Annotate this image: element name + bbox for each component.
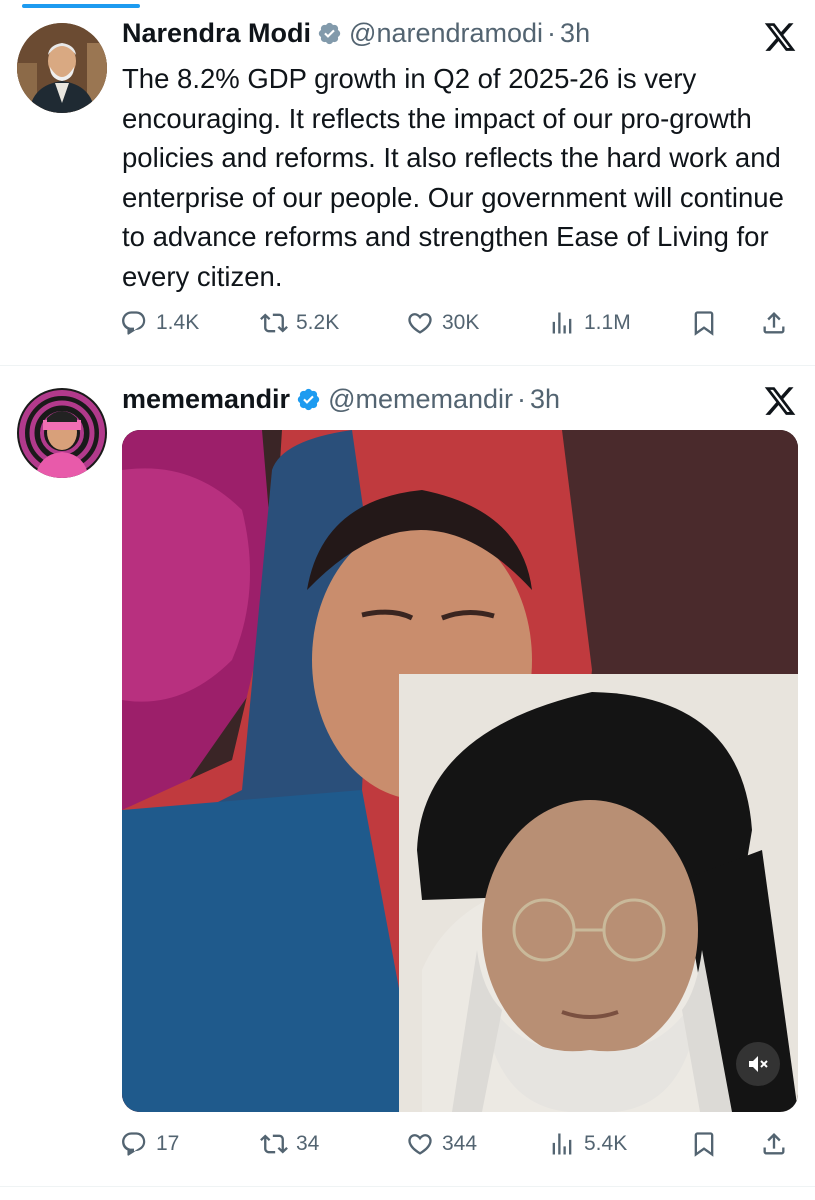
timestamp[interactable]: 3h <box>560 18 590 49</box>
like-count: 344 <box>442 1132 478 1155</box>
avatar[interactable] <box>17 23 107 113</box>
share-button[interactable] <box>760 1130 788 1158</box>
like-icon <box>408 1134 432 1155</box>
author-handle[interactable]: @narendramodi <box>349 18 543 49</box>
views-icon <box>552 1133 572 1155</box>
divider <box>0 1186 815 1187</box>
avatar-image <box>17 388 107 478</box>
timestamp[interactable]: 3h <box>530 384 560 415</box>
reply-icon <box>122 311 146 335</box>
tweet-actions: 17 34 344 5.4K <box>120 1126 793 1162</box>
reply-count: 1.4K <box>156 311 200 334</box>
tweet-card[interactable]: Narendra Modi @narendramodi · 3h The 8.2… <box>0 0 815 366</box>
separator-dot: · <box>547 18 557 48</box>
reply-button[interactable]: 17 <box>120 1130 179 1158</box>
x-logo-icon <box>764 23 796 51</box>
tweet-header: mememandir @mememandir · 3h <box>122 384 815 415</box>
bookmark-button[interactable] <box>690 1130 718 1158</box>
like-button[interactable]: 30K <box>406 309 479 337</box>
verified-icon <box>318 22 341 45</box>
share-icon <box>763 1133 785 1155</box>
repost-icon <box>260 313 288 333</box>
share-button[interactable] <box>760 309 788 337</box>
tweet-card[interactable]: mememandir @mememandir · 3h 17 34 344 5.… <box>0 366 815 1200</box>
separator-dot: · <box>517 384 527 414</box>
tweet-text: The 8.2% GDP growth in Q2 of 2025-26 is … <box>122 63 784 292</box>
tweet-actions: 1.4K 5.2K 30K 1.1M <box>120 305 793 341</box>
tweet-header: Narendra Modi @narendramodi · 3h <box>122 18 815 49</box>
author-name[interactable]: mememandir <box>122 384 290 415</box>
mute-icon <box>749 1056 768 1072</box>
reply-icon <box>122 1132 146 1156</box>
mute-button[interactable] <box>736 1042 780 1086</box>
bookmark-icon <box>694 1132 714 1157</box>
views-button[interactable]: 1.1M <box>548 309 631 337</box>
reply-count: 17 <box>156 1132 180 1155</box>
video-player[interactable] <box>122 430 798 1112</box>
bookmark-icon <box>694 311 714 336</box>
like-icon <box>408 313 432 334</box>
like-button[interactable]: 344 <box>406 1130 477 1158</box>
verified-icon <box>297 388 320 411</box>
views-count: 5.4K <box>584 1132 628 1155</box>
views-count: 1.1M <box>584 311 631 334</box>
avatar-image <box>17 23 107 113</box>
repost-button[interactable]: 34 <box>260 1130 319 1158</box>
views-button[interactable]: 5.4K <box>548 1130 627 1158</box>
author-handle[interactable]: @mememandir <box>328 384 513 415</box>
repost-count: 5.2K <box>296 311 340 334</box>
avatar[interactable] <box>17 388 107 478</box>
video-frame <box>122 430 798 1112</box>
views-icon <box>552 312 572 334</box>
repost-icon <box>260 1134 288 1154</box>
repost-button[interactable]: 5.2K <box>260 309 339 337</box>
like-count: 30K <box>442 311 480 334</box>
bookmark-button[interactable] <box>690 309 718 337</box>
x-logo-icon <box>764 387 796 415</box>
share-icon <box>763 312 785 334</box>
repost-count: 34 <box>296 1132 320 1155</box>
reply-button[interactable]: 1.4K <box>120 309 199 337</box>
author-name[interactable]: Narendra Modi <box>122 18 311 49</box>
